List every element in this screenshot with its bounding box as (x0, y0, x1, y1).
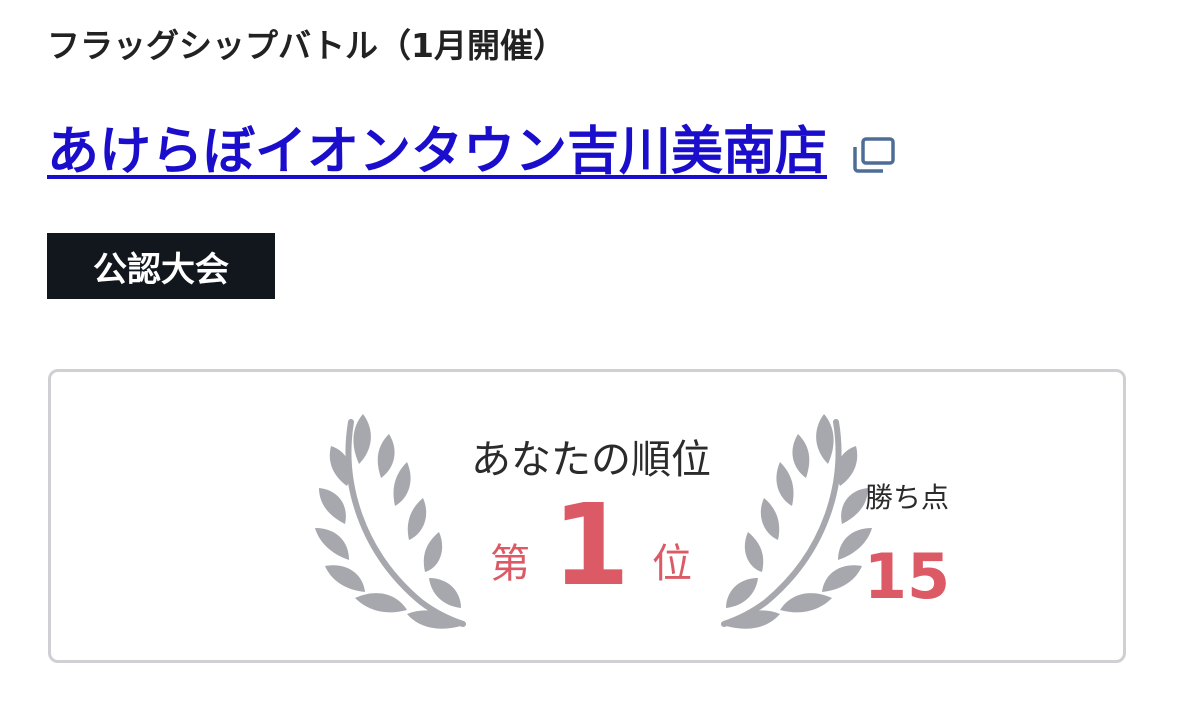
store-row: あけらぼイオンタウン吉川美南店 (47, 118, 897, 186)
rank-display: 第 1 位 (411, 482, 771, 602)
rank-label: あなたの順位 (471, 437, 711, 483)
external-link-icon[interactable] (849, 135, 897, 175)
rank-prefix: 第 (490, 541, 531, 587)
official-tournament-badge: 公認大会 (47, 233, 275, 299)
points-label: 勝ち点 (864, 481, 949, 514)
result-card: あなたの順位 第 1 位 勝ち点 15 (48, 369, 1126, 663)
event-name: フラッグシップバトル（1月開催） (47, 26, 566, 65)
rank-number: 1 (552, 481, 630, 611)
store-name-link[interactable]: あけらぼイオンタウン吉川美南店 (47, 118, 827, 186)
rank-suffix: 位 (651, 541, 692, 587)
points-value: 15 (863, 540, 951, 613)
